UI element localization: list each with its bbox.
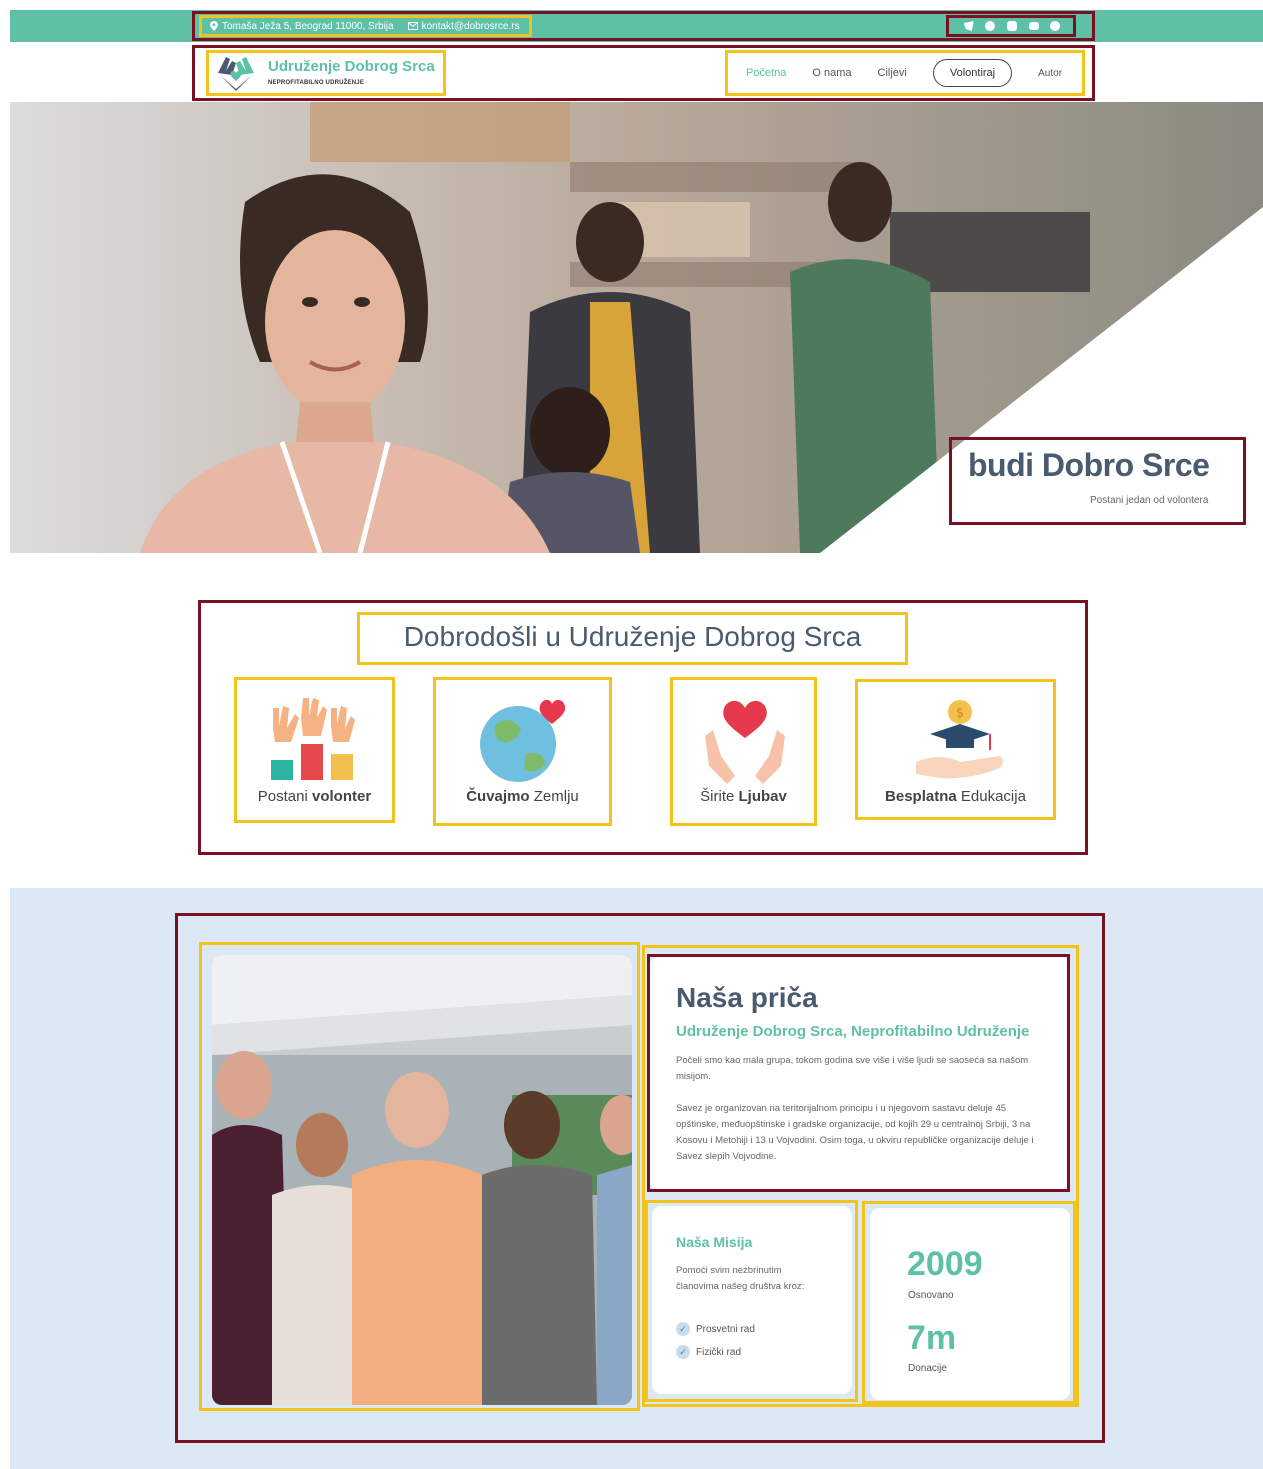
team-photo [212, 955, 632, 1405]
feature-label-post: Zemlju [529, 788, 579, 805]
stats-card-outline [862, 1201, 1076, 1404]
hands-heart-icon [705, 700, 785, 784]
feature-label: Čuvajmo Zemlju [436, 788, 609, 805]
mission-item: ✓ Fizički rad [676, 1345, 741, 1359]
logo-hands-heart-icon[interactable] [214, 53, 258, 93]
hero-subtitle: Postani jedan od volontera [1090, 495, 1209, 506]
youtube-icon[interactable] [1028, 22, 1039, 30]
stat-donations-value: 7m [907, 1319, 957, 1357]
svg-text:$: $ [956, 706, 964, 721]
team-photo-image [212, 955, 632, 1405]
stat-donations-label: Donacije [908, 1363, 947, 1374]
welcome-title: Dobrodošli u Udruženje Dobrog Srca [403, 621, 862, 652]
social-links [950, 17, 1074, 35]
volontiraj-button[interactable]: Volontiraj [932, 59, 1013, 87]
address-text: Tomaša Ježa 5, Beograd 11000, Srbija [222, 20, 394, 32]
feature-besplatna-edukacija[interactable]: $ Besplatna Edukacija [855, 679, 1056, 820]
stat-founded-value: 2009 [907, 1245, 983, 1283]
earth-heart-icon [480, 699, 566, 782]
volunteer-hands-icon [271, 698, 355, 780]
contact-info: Tomaša Ježa 5, Beograd 11000, Srbija kon… [200, 16, 530, 36]
hero-title: budi Dobro Srce [968, 447, 1210, 483]
mission-item: ✓ Prosvetni rad [676, 1322, 755, 1336]
feature-sirite-ljubav[interactable]: Širite Ljubav [670, 677, 817, 826]
nav-menu: Početna O nama Ciljevi Volontiraj Autor [730, 52, 1082, 94]
instagram-icon[interactable] [1006, 21, 1017, 31]
facebook-icon[interactable] [985, 21, 996, 31]
mission-text: Pomoći svim nezbrinutim članovima našeg … [676, 1265, 805, 1292]
email[interactable]: kontakt@dobrosrce.rs [407, 21, 520, 32]
feature-cuvajmo-zemlju[interactable]: Čuvajmo Zemlju [433, 677, 612, 826]
address: Tomaša Ježa 5, Beograd 11000, Srbija [210, 21, 394, 32]
nav-item-autor[interactable]: Autor [1038, 68, 1062, 79]
feature-label: Širite Ljubav [673, 788, 814, 805]
mission-title: Naša Misija [676, 1234, 753, 1250]
feature-label-bold: Čuvajmo [466, 788, 530, 805]
brand-tagline: NEPROFITABILNO UDRUŽENJE [268, 80, 365, 86]
feature-label-pre: Postani [257, 788, 312, 805]
mission-card-outline [645, 1200, 858, 1402]
nav-item-o-nama[interactable]: O nama [812, 67, 851, 79]
feature-postani-volonter[interactable]: Postani volonter [234, 677, 395, 823]
feature-label-bold: Besplatna [885, 788, 957, 805]
story-paragraph-2: Savez je organizovan na teritorijalnom p… [676, 1103, 1034, 1162]
check-icon: ✓ [676, 1345, 690, 1359]
feature-label: Postani volonter [237, 788, 392, 805]
location-pin-icon [210, 21, 218, 31]
email-text[interactable]: kontakt@dobrosrce.rs [422, 21, 520, 32]
mission-item-label: Fizički rad [696, 1346, 742, 1358]
feature-label-bold: volonter [312, 788, 372, 805]
feature-label-bold: Ljubav [738, 788, 787, 805]
check-icon: ✓ [676, 1322, 690, 1336]
nav-item-ciljevi[interactable]: Ciljevi [878, 67, 907, 79]
mission-item-label: Prosvetni rad [696, 1323, 755, 1335]
brand-name[interactable]: Udruženje Dobrog Srca [268, 58, 435, 75]
feature-label-post: Edukacija [956, 788, 1026, 805]
stat-founded-label: Osnovano [908, 1290, 954, 1301]
twitter-icon[interactable] [963, 21, 974, 31]
story-paragraph-1: Počeli smo kao mala grupa, tokom godina … [676, 1055, 1029, 1082]
feature-label: Besplatna Edukacija [858, 788, 1053, 805]
nav-item-pocetna[interactable]: Početna [746, 67, 786, 79]
whatsapp-icon[interactable] [1050, 21, 1061, 31]
education-hand-icon: $ [916, 700, 1003, 779]
feature-label-pre: Širite [700, 788, 739, 805]
story-title: Naša priča [676, 982, 818, 1013]
mail-icon [407, 22, 418, 30]
story-subtitle: Udruženje Dobrog Srca, Neprofitabilno Ud… [676, 1023, 1030, 1040]
